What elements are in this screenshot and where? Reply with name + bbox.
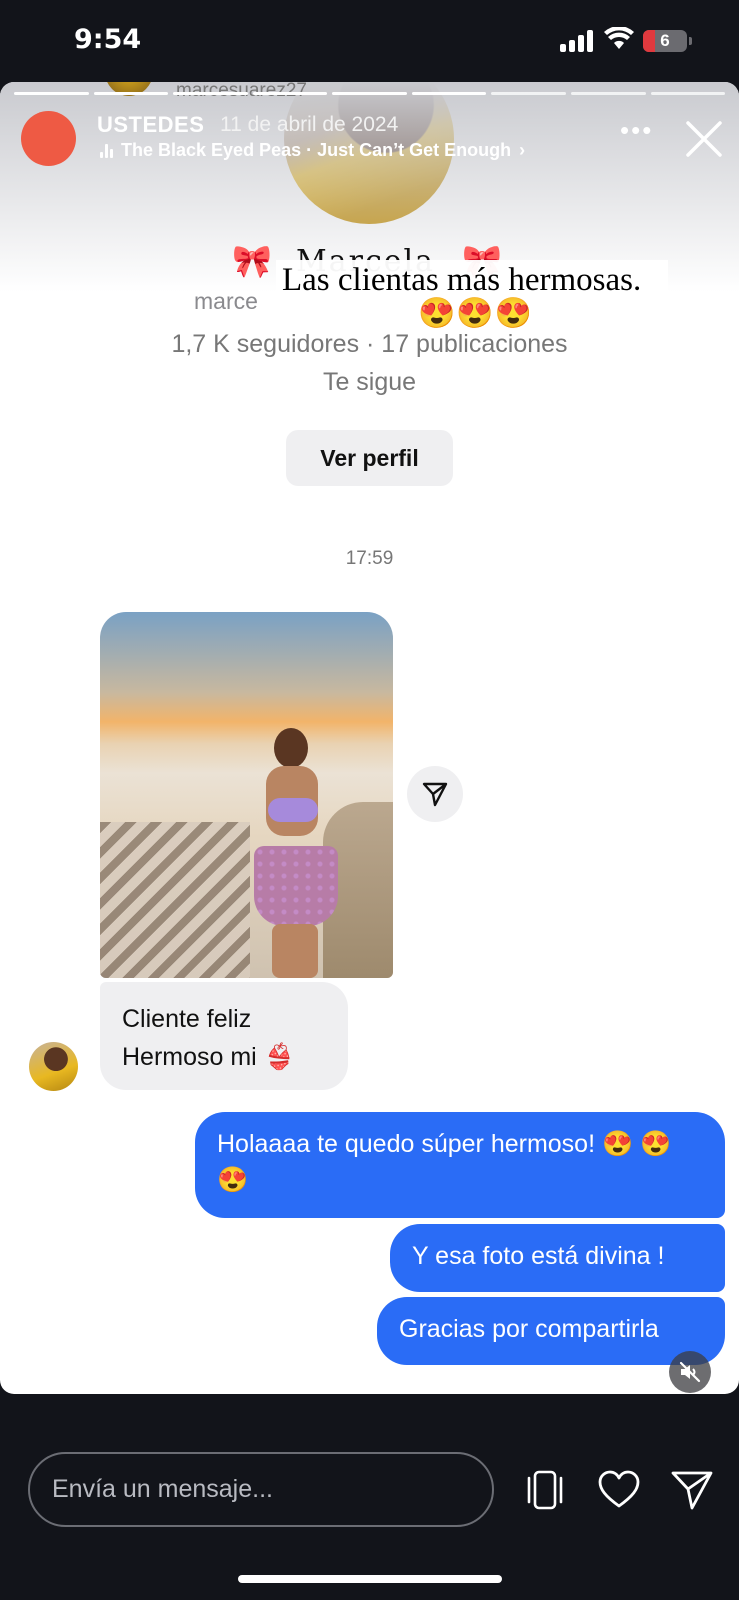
profile-handle: marce (194, 288, 258, 314)
more-options-icon[interactable]: ••• (620, 117, 653, 143)
wifi-icon (604, 27, 634, 49)
incoming-message-line: Cliente feliz (122, 1005, 252, 1033)
music-bars-icon (100, 143, 113, 158)
message-input-placeholder: Envía un mensaje... (52, 1475, 273, 1503)
story-date: 11 de abril de 2024 (220, 113, 399, 136)
battery-level: 6 (660, 31, 670, 50)
outgoing-message[interactable]: Y esa foto está divina ! (390, 1224, 725, 1292)
share-button[interactable] (407, 766, 463, 822)
story-music-link[interactable]: The Black Eyed Peas · Just Can’t Get Eno… (100, 140, 525, 161)
chevron-right-icon: › (519, 140, 526, 160)
incoming-message-line: Hermoso mi 👙 (122, 1043, 295, 1071)
status-bar: 9:54 6 (0, 0, 739, 82)
overlay-emojis: 😍😍😍 (418, 297, 534, 330)
profile-stats: 1,7 K seguidores · 17 publicaciones (171, 330, 568, 358)
close-icon[interactable] (684, 119, 724, 159)
layout-icon[interactable] (523, 1468, 567, 1512)
send-icon (422, 782, 448, 807)
photo-person (248, 728, 338, 978)
outgoing-message[interactable]: Gracias por compartirla (377, 1297, 725, 1365)
sender-avatar[interactable] (29, 1042, 78, 1091)
heart-icon[interactable] (597, 1468, 641, 1512)
cellular-signal-icon (560, 30, 594, 52)
outgoing-message[interactable]: Holaaaa te quedo súper hermoso! 😍 😍 😍 (195, 1112, 725, 1218)
chat-timestamp: 17:59 (345, 548, 394, 569)
home-indicator (238, 1575, 502, 1583)
music-title: The Black Eyed Peas · Just Can’t Get Eno… (121, 140, 512, 160)
battery-icon: 6 (643, 30, 692, 52)
send-icon[interactable] (670, 1468, 714, 1512)
story-username[interactable]: USTEDES (97, 112, 204, 138)
photo-railing (100, 822, 250, 978)
story-text-overlay: Las clientas más hermosas. (276, 260, 668, 301)
status-time: 9:54 (74, 24, 142, 55)
follows-you-label: Te sigue (322, 368, 417, 396)
mute-button[interactable] (669, 1351, 711, 1393)
message-input[interactable]: Envía un mensaje... (28, 1452, 494, 1527)
bow-emoji-left: 🎀 (232, 243, 272, 279)
speaker-muted-icon (679, 1361, 701, 1383)
photo-message[interactable] (100, 612, 393, 978)
story-viewer[interactable]: marcesuarez27 USTEDES 11 de abril de 202… (0, 82, 739, 1394)
incoming-message[interactable]: Cliente feliz Hermoso mi 👙 (100, 982, 348, 1090)
view-profile-button[interactable]: Ver perfil (286, 430, 453, 486)
story-avatar[interactable] (21, 111, 76, 166)
story-progress-bar (14, 92, 726, 96)
